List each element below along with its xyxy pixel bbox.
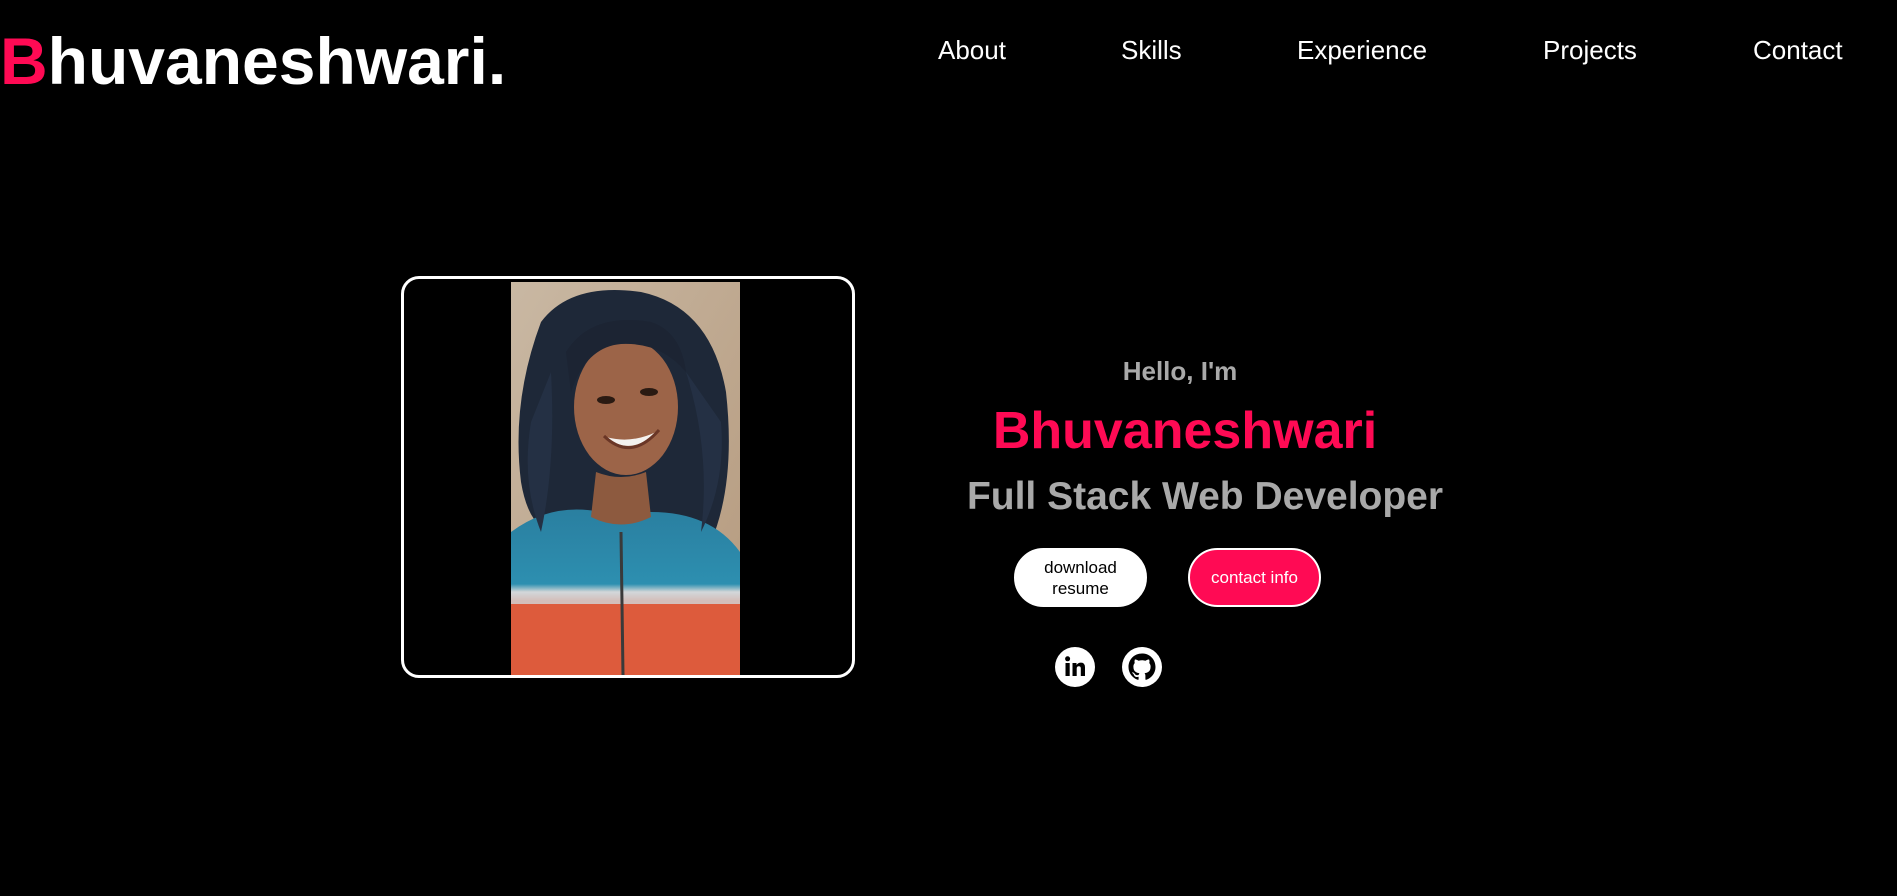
hero-role: Full Stack Web Developer: [966, 475, 1444, 518]
greeting-text: Hello, I'm: [1122, 356, 1238, 386]
nav-link-skills[interactable]: Skills: [1121, 30, 1182, 70]
hero-name: Bhuvaneshwari: [992, 402, 1378, 460]
main-nav: About Skills Experience Projects Contact: [0, 30, 1897, 70]
github-icon[interactable]: [1122, 647, 1162, 687]
nav-link-experience[interactable]: Experience: [1297, 30, 1427, 70]
nav-link-about[interactable]: About: [938, 30, 1006, 70]
download-resume-button[interactable]: download resume: [1014, 548, 1147, 607]
profile-photo-frame: [401, 276, 855, 678]
portfolio-page: Bhuvaneshwari. About Skills Experience P…: [0, 0, 1897, 896]
nav-link-contact[interactable]: Contact: [1753, 30, 1843, 70]
linkedin-icon[interactable]: [1055, 647, 1095, 687]
nav-link-projects[interactable]: Projects: [1543, 30, 1637, 70]
profile-photo: [511, 282, 740, 675]
contact-info-button[interactable]: contact info: [1188, 548, 1321, 607]
